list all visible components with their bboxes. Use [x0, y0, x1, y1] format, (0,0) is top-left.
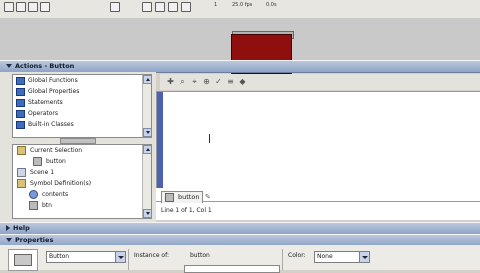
properties-body: Button Instance of: button Color: None [0, 245, 480, 273]
add-item-icon[interactable]: ✚ [166, 77, 175, 86]
symbol-behavior-select[interactable]: Button [46, 251, 126, 263]
onion-outline-icon[interactable] [16, 2, 26, 12]
symbol-type-icon [8, 249, 38, 271]
up-arrow-icon [146, 78, 150, 81]
modify-markers-icon[interactable] [181, 2, 191, 12]
script-tab[interactable]: button [161, 191, 203, 203]
tree-item[interactable]: Symbol Definition(s) [13, 178, 151, 189]
button-icon [33, 157, 42, 166]
auto-format-icon[interactable]: ≡ [226, 77, 235, 86]
navigator-scrollbar[interactable] [142, 145, 152, 218]
toolbox-item[interactable]: Global Properties [13, 86, 151, 97]
edit-multiple-icon[interactable] [168, 2, 178, 12]
scroll-up-button[interactable] [143, 75, 152, 84]
instance-field[interactable] [184, 265, 280, 273]
button-icon [29, 201, 38, 210]
actions-toolbox: Global Functions Global Properties State… [12, 74, 152, 138]
find-icon[interactable]: ⌕ [178, 77, 187, 86]
pin-script-icon[interactable]: ✎ [205, 193, 211, 201]
tree-item[interactable]: contents [13, 189, 151, 200]
toolbox-item[interactable]: Built-in Classes [13, 119, 151, 130]
text-cursor [209, 134, 210, 143]
chevron-down-icon [359, 252, 369, 262]
timeline-bar: 1 25.0 fps 0.0s [0, 0, 480, 19]
center-frame-icon[interactable] [110, 2, 120, 12]
edit-frames-icon[interactable] [28, 2, 38, 12]
scroll-down-button[interactable] [143, 209, 152, 218]
collapse-arrow-icon [6, 64, 12, 68]
tree-item[interactable]: btn [13, 200, 151, 211]
scroll-down-button[interactable] [143, 128, 152, 137]
button-icon [165, 192, 174, 202]
chevron-down-icon [115, 252, 125, 262]
scene-icon [17, 168, 26, 177]
toolbox-item[interactable]: Statements [13, 97, 151, 108]
editor-status: Line 1 of 1, Col 1 [161, 207, 212, 214]
script-toolbar: ✚ ⌕ ⌖ ⊕ ✓ ≡ ◆ [160, 74, 480, 90]
instance-of-label: Instance of: [134, 252, 170, 259]
onion-skin-icon[interactable] [4, 2, 14, 12]
book-icon [16, 76, 25, 85]
toolbox-item[interactable]: Global Functions [13, 75, 151, 86]
book-icon [16, 87, 25, 96]
color-effect-select[interactable]: None [314, 251, 370, 263]
actions-panel-title: Actions - Button [15, 62, 75, 70]
down-arrow-icon [146, 131, 150, 134]
insert-target-path-icon[interactable]: ⊕ [202, 77, 211, 86]
folder-icon [17, 179, 26, 188]
script-tab-label: button [178, 193, 200, 201]
editor-gutter [157, 92, 163, 189]
book-icon [16, 120, 25, 129]
toolbox-item[interactable]: Operators [13, 108, 151, 119]
footer-divider [156, 201, 480, 202]
movie-icon [29, 190, 38, 199]
scroll-up-button[interactable] [143, 145, 152, 154]
collapse-arrow-icon [6, 238, 12, 242]
tree-item[interactable]: Scene 1 [13, 167, 151, 178]
up-arrow-icon [146, 148, 150, 151]
onion-markers-icon[interactable] [40, 2, 50, 12]
folder-icon [17, 146, 26, 155]
tree-item[interactable]: Current Selection [13, 145, 151, 156]
toolbox-scrollbar[interactable] [142, 75, 152, 137]
expand-arrow-icon [6, 225, 10, 231]
color-label: Color: [288, 252, 306, 259]
stage-area [0, 18, 480, 74]
elapsed-time: 0.0s [266, 2, 277, 8]
down-arrow-icon [146, 212, 150, 215]
help-panel-title: Help [13, 224, 30, 232]
frame-rate: 25.0 fps [232, 2, 253, 8]
divider [128, 249, 129, 270]
code-hint-icon[interactable]: ◆ [238, 77, 247, 86]
properties-panel-title: Properties [15, 236, 54, 244]
check-syntax-icon[interactable]: ✓ [214, 77, 223, 86]
script-navigator: Current Selection button Scene 1 Symbol … [12, 144, 152, 219]
replace-icon[interactable]: ⌖ [190, 77, 199, 86]
book-icon [16, 98, 25, 107]
tree-item[interactable]: button [13, 156, 151, 167]
current-frame: 1 [214, 2, 218, 8]
instance-name: button [190, 252, 210, 259]
onion-outline-toggle-icon[interactable] [155, 2, 165, 12]
divider [282, 249, 283, 270]
script-editor[interactable] [156, 91, 480, 190]
onion-skin-toggle-icon[interactable] [142, 2, 152, 12]
book-icon [16, 109, 25, 118]
